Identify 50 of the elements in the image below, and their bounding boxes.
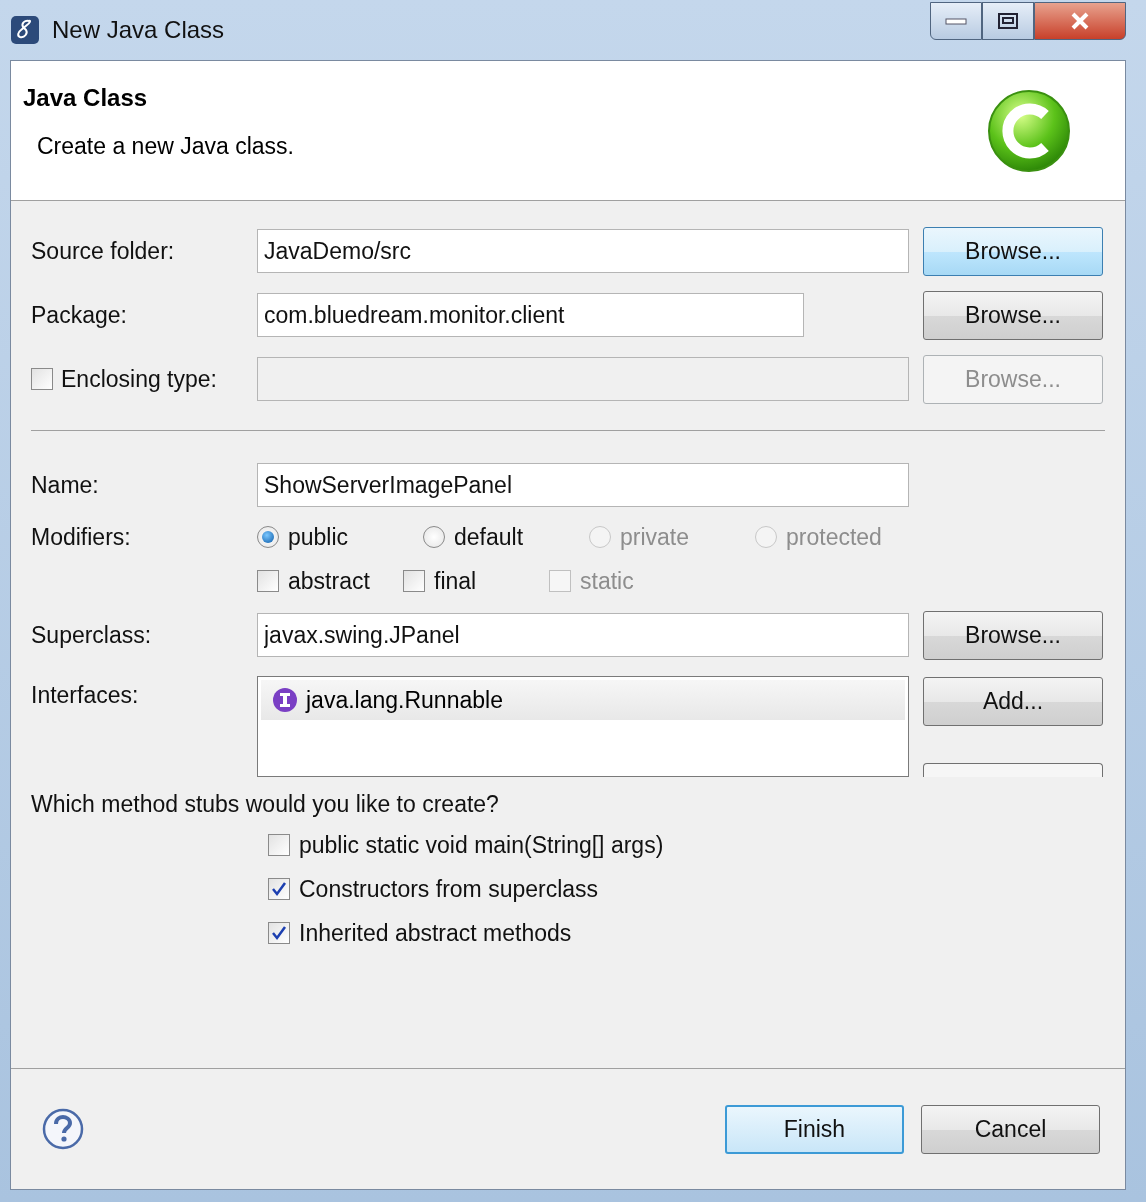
radio-button[interactable] (423, 526, 445, 548)
close-icon (1069, 12, 1091, 30)
option-label: public static void main(String[] args) (299, 831, 664, 859)
page-title: Java Class (23, 83, 149, 113)
section-question: Which method stubs would you like to create? (31, 791, 500, 818)
close-button[interactable] (1034, 2, 1126, 40)
option-label: final (434, 567, 477, 595)
checkbox[interactable] (268, 834, 290, 856)
browse-button[interactable]: Browse... (923, 226, 1103, 276)
app-icon (10, 15, 40, 45)
finish-button[interactable]: Finish (725, 1104, 904, 1154)
field-label: Enclosing type: (61, 365, 217, 393)
input-field[interactable]: com.bluedream.monitor.client (257, 293, 804, 337)
browse-button[interactable]: Browse... (923, 610, 1103, 660)
browse-button[interactable]: Browse... (923, 290, 1103, 340)
option-label: default (454, 523, 524, 551)
field-label: Superclass: (31, 621, 152, 649)
add-button[interactable]: Add... (923, 677, 1103, 726)
page-description: Create a new Java class. (37, 133, 294, 160)
option-label: private (620, 523, 690, 551)
option-label: public (288, 523, 349, 551)
maximize-button[interactable] (982, 2, 1034, 40)
cancel-button[interactable]: Cancel (921, 1104, 1100, 1154)
window-title: New Java Class (52, 16, 225, 44)
maximize-icon (997, 12, 1019, 30)
list-item: java.lang.Runnable (306, 686, 503, 714)
cut-off-button[interactable] (923, 763, 1103, 777)
radio-button[interactable] (257, 526, 279, 548)
input-field[interactable]: JavaDemo/src (257, 229, 909, 273)
option-label: protected (786, 523, 882, 551)
checkbox[interactable] (268, 878, 290, 900)
checkbox[interactable] (257, 570, 279, 592)
input-field[interactable]: ShowServerImagePanel (257, 463, 909, 507)
input-field[interactable]: javax.swing.JPanel (257, 613, 909, 657)
field-label: Source folder: (31, 237, 175, 265)
field-label: Name: (31, 471, 99, 499)
minimize-button[interactable] (930, 2, 982, 40)
field-label: Modifiers: (31, 524, 132, 551)
field-label: Package: (31, 301, 127, 329)
help-icon[interactable] (42, 1108, 84, 1150)
option-label: Inherited abstract methods (299, 919, 572, 947)
interface-icon (272, 687, 298, 713)
interfaces-list[interactable]: java.lang.Runnable (257, 676, 909, 777)
checkbox[interactable] (403, 570, 425, 592)
checkbox[interactable] (268, 922, 290, 944)
option-label: Constructors from superclass (299, 875, 599, 903)
field-label: Interfaces: (31, 682, 140, 709)
minimize-icon (945, 16, 967, 26)
option-label: static (580, 567, 634, 595)
option-label: abstract (288, 567, 370, 595)
